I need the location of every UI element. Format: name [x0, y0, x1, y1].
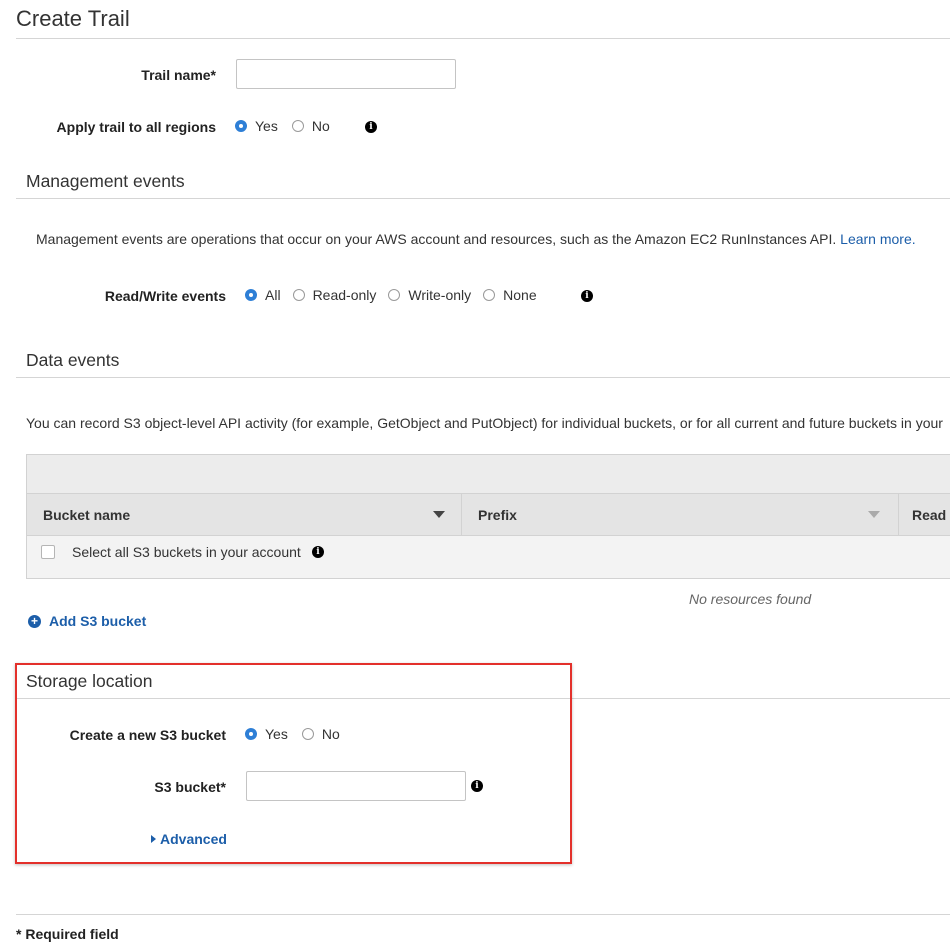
management-description-text: Management events are operations that oc…	[36, 231, 837, 247]
learn-more-link[interactable]: Learn more.	[840, 231, 915, 247]
rw-read-only-radio[interactable]: Read-only	[292, 287, 377, 303]
select-all-label: Select all S3 buckets in your account	[72, 544, 301, 560]
empty-table-message: No resources found	[689, 591, 812, 607]
rw-write-only-radio[interactable]: Write-only	[388, 287, 471, 303]
apply-all-regions-label: Apply trail to all regions	[56, 119, 216, 135]
apply-regions-no-radio[interactable]: No	[291, 118, 330, 134]
apply-regions-yes-radio[interactable]: Yes	[235, 118, 278, 134]
read-write-events-label: Read/Write events	[104, 288, 226, 304]
radio-dot	[292, 289, 305, 301]
trail-name-input[interactable]	[236, 59, 456, 89]
caret-down-icon[interactable]	[868, 511, 880, 518]
radio-label-all: All	[265, 287, 281, 303]
highlight-box	[15, 663, 572, 864]
info-icon[interactable]: i	[312, 546, 324, 558]
info-icon[interactable]: i	[581, 290, 593, 302]
radio-dot	[388, 289, 401, 301]
radio-dot	[483, 289, 496, 301]
radio-label-no: No	[311, 118, 330, 134]
trail-name-label: Trail name*	[141, 67, 216, 83]
data-events-description: You can record S3 object-level API activ…	[26, 415, 943, 431]
add-s3-bucket-button[interactable]: + Add S3 bucket	[28, 613, 146, 629]
management-divider	[16, 198, 950, 199]
radio-label-write-only: Write-only	[408, 287, 472, 303]
radio-label-yes: Yes	[255, 118, 278, 134]
radio-label-read-only: Read-only	[312, 287, 377, 303]
select-all-checkbox[interactable]	[41, 545, 55, 559]
radio-dot-checked	[245, 289, 257, 301]
column-header-bucket-name[interactable]: Bucket name	[27, 494, 461, 535]
radio-dot	[291, 120, 304, 132]
read-write-radio-group: All Read-only Write-only None	[245, 287, 549, 303]
required-field-note: * Required field	[16, 926, 119, 942]
data-events-divider	[16, 377, 950, 378]
add-s3-bucket-label: Add S3 bucket	[49, 613, 147, 629]
table-toolbar	[26, 454, 950, 494]
radio-dot-checked	[235, 120, 247, 132]
page-title: Create Trail	[16, 6, 130, 31]
management-events-title: Management events	[26, 171, 185, 191]
column-header-prefix[interactable]: Prefix	[462, 494, 898, 535]
table-header: Bucket name Prefix Read	[26, 494, 950, 536]
footer-divider	[16, 914, 950, 915]
column-header-read[interactable]: Read	[899, 494, 950, 535]
caret-down-icon[interactable]	[433, 511, 445, 518]
radio-label-none: None	[503, 287, 537, 303]
plus-circle-icon: +	[28, 614, 41, 628]
management-description: Management events are operations that oc…	[36, 231, 916, 247]
title-divider	[16, 38, 950, 39]
rw-none-radio[interactable]: None	[483, 287, 537, 303]
data-events-title: Data events	[26, 350, 120, 370]
apply-all-regions-radio-group: Yes No	[235, 118, 342, 134]
table-row: Select all S3 buckets in your account i	[26, 536, 950, 579]
rw-all-radio[interactable]: All	[245, 287, 281, 303]
info-icon[interactable]: i	[365, 121, 377, 133]
